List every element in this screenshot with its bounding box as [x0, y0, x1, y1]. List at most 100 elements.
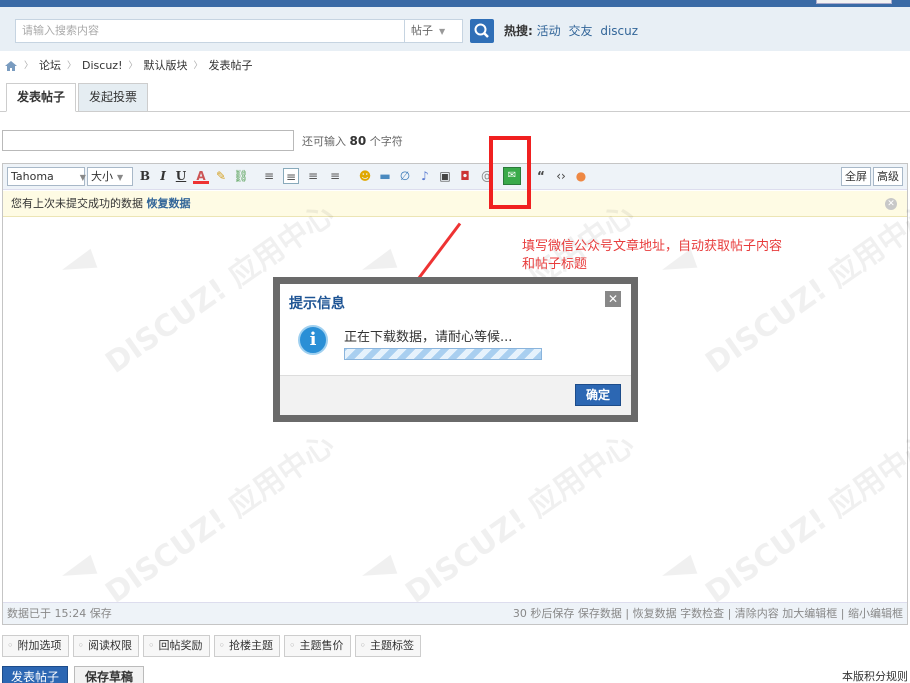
chevron-down-icon: ▼: [79, 173, 86, 182]
restore-data-link[interactable]: 恢复数据: [147, 197, 191, 210]
annotation-line: 和帖子标题: [522, 257, 588, 272]
restore-notice: 您有上次未提交成功的数据 恢复数据 ✕: [3, 191, 907, 217]
align-justify-icon[interactable]: ≡: [305, 168, 321, 184]
search-type-select[interactable]: 帖子 ▼: [405, 19, 463, 43]
breadcrumb: 〉 论坛 〉 Discuz! 〉 默认版块 〉 发表帖子: [4, 56, 253, 76]
extra-option-button[interactable]: ◦ 回帖奖励: [143, 635, 210, 657]
autosave-status: 数据已于 15:24 保存: [7, 607, 112, 620]
bullet-icon: ◦: [148, 639, 155, 652]
qq-icon[interactable]: ●: [573, 168, 589, 184]
remaining-count: 80: [349, 134, 367, 148]
underline-icon[interactable]: U: [173, 168, 189, 184]
size-select-label: 大小: [91, 170, 113, 183]
editor-toolbar: Tahoma ▼ 大小 ▼ B I U A ✎ ⛓ ≡ ≡ ≡ ≡ ☻ ▬ ∅ ♪ …: [3, 164, 907, 190]
message-dialog: 提示信息 ✕ i 正在下载数据，请耐心等候... 确定: [280, 284, 631, 415]
hot-search: 热搜: 活动 交友 discuz: [504, 19, 642, 43]
watermark: DISCUZ! 应用中心: [99, 427, 341, 611]
download-progress-bar: [344, 348, 542, 360]
image-icon[interactable]: ▬: [377, 168, 393, 184]
breadcrumb-separator: 〉: [193, 61, 203, 71]
quote-icon[interactable]: “: [533, 168, 549, 184]
bullet-icon: ◦: [7, 639, 14, 652]
bullet-icon: ◦: [77, 639, 85, 652]
font-color-icon[interactable]: A: [193, 168, 209, 184]
top-bar: [0, 0, 910, 7]
editor-status-bar: 数据已于 15:24 保存 30 秒后保存 保存数据 | 恢复数据 字数检查 |…: [3, 602, 907, 624]
font-select[interactable]: Tahoma ▼: [7, 167, 86, 186]
align-center-icon[interactable]: ≡: [283, 168, 299, 184]
tab-new-poll[interactable]: 发起投票: [78, 83, 149, 112]
breadcrumb-item[interactable]: Discuz!: [82, 56, 122, 76]
editor-actions[interactable]: 30 秒后保存 保存数据 | 恢复数据 字数检查 | 清除内容 加大编辑框 | …: [513, 603, 903, 625]
watermark-arrow-icon: [58, 248, 98, 280]
post-type-tabs: 发表帖子 发起投票: [6, 83, 150, 112]
breadcrumb-item[interactable]: 论坛: [39, 56, 61, 76]
tab-new-thread[interactable]: 发表帖子: [6, 83, 77, 112]
search-button[interactable]: [470, 19, 494, 43]
search-type-label: 帖子: [411, 24, 433, 37]
extra-option-label: 抢楼主题: [229, 639, 273, 652]
video-icon[interactable]: ▣: [437, 168, 453, 184]
watermark-arrow-icon: [658, 554, 698, 586]
size-select[interactable]: 大小 ▼: [87, 167, 133, 186]
hot-tag[interactable]: 活动: [537, 24, 561, 38]
hot-tag[interactable]: 交友: [568, 24, 592, 38]
attachment-icon[interactable]: ∅: [397, 168, 413, 184]
breadcrumb-separator: 〉: [67, 61, 77, 71]
bullet-icon: ◦: [359, 639, 367, 652]
extra-option-button[interactable]: ◦ 主题售价: [284, 635, 351, 657]
hot-search-label: 热搜:: [504, 24, 533, 38]
dialog-footer: 确定: [280, 375, 631, 415]
watermark-arrow-icon: [58, 554, 98, 586]
credit-rules-link[interactable]: 本版积分规则: [842, 668, 908, 683]
extra-option-label: 主题售价: [299, 639, 344, 652]
music-icon[interactable]: ♪: [417, 168, 433, 184]
search-input[interactable]: 请输入搜索内容: [15, 19, 405, 43]
link-icon[interactable]: ⛓: [233, 168, 249, 184]
ok-button[interactable]: 确定: [575, 384, 621, 406]
code-icon[interactable]: ‹›: [553, 168, 569, 184]
bullet-icon: ◦: [218, 639, 226, 652]
search-bar: 请输入搜索内容 帖子 ▼ 热搜: 活动 交友 discuz: [0, 7, 910, 51]
bold-icon[interactable]: B: [137, 168, 153, 184]
breadcrumb-item[interactable]: 默认版块: [144, 56, 188, 76]
extra-option-button[interactable]: ◦ 抢楼主题: [213, 635, 280, 657]
extra-option-button[interactable]: ◦ 主题标签: [354, 635, 421, 657]
extra-option-button[interactable]: ◦ 阅读权限: [72, 635, 139, 657]
remaining-suffix: 个字符: [369, 135, 403, 148]
advanced-button[interactable]: 高级: [873, 167, 903, 186]
extra-option-label: 阅读权限: [88, 639, 132, 652]
align-left-icon[interactable]: ≡: [261, 168, 277, 184]
font-select-label: Tahoma: [11, 170, 54, 183]
extra-option-button[interactable]: ◦ 附加选项: [2, 635, 69, 657]
home-icon[interactable]: [4, 60, 18, 72]
align-right-icon[interactable]: ≡: [327, 168, 343, 184]
submit-post-button[interactable]: 发表帖子: [2, 666, 68, 683]
fullscreen-button[interactable]: 全屏: [841, 167, 871, 186]
emoji-icon[interactable]: ☻: [357, 168, 373, 184]
info-icon: i: [298, 325, 328, 355]
save-draft-button[interactable]: 保存草稿: [74, 666, 144, 683]
watermark-arrow-icon: [358, 248, 398, 280]
annotation-text: 填写微信公众号文章地址，自动获取帖子内容 和帖子标题: [522, 238, 832, 274]
watermark: DISCUZ! 应用中心: [699, 197, 910, 381]
dialog-frame: 提示信息 ✕ i 正在下载数据，请耐心等候... 确定: [273, 277, 638, 422]
italic-icon[interactable]: I: [155, 168, 171, 184]
extra-option-label: 回帖奖励: [158, 639, 203, 652]
hot-tag[interactable]: discuz: [600, 24, 638, 38]
flash-icon[interactable]: ◘: [457, 168, 473, 184]
watermark-arrow-icon: [358, 554, 398, 586]
highlight-icon[interactable]: ✎: [213, 168, 229, 184]
remaining-prefix: 还可输入: [302, 135, 346, 148]
subject-input[interactable]: [2, 130, 294, 151]
bullet-icon: ◦: [289, 639, 296, 652]
subject-remaining: 还可输入 80 个字符: [302, 131, 403, 152]
extra-options: ◦ 附加选项 ◦ 阅读权限 ◦ 回帖奖励 ◦ 抢楼主题 ◦ 主题售价 ◦ 主题标签: [2, 635, 425, 657]
close-icon[interactable]: ✕: [605, 291, 621, 307]
highlight-box: [489, 136, 531, 209]
dialog-message: 正在下载数据，请耐心等候...: [344, 330, 513, 345]
top-right-corner: [816, 0, 892, 4]
watermark: DISCUZ! 应用中心: [699, 427, 910, 611]
dialog-title: 提示信息: [289, 296, 345, 312]
extra-option-label: 附加选项: [17, 639, 62, 652]
